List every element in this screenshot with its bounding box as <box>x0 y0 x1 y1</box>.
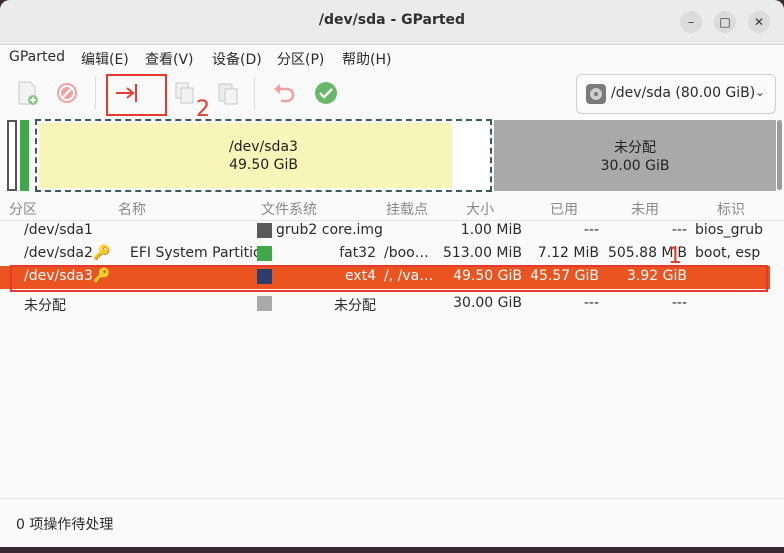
cell-flags: boot, esp <box>695 245 761 261</box>
header-size[interactable]: 大小 <box>466 199 494 219</box>
scrollbar[interactable] <box>777 120 782 190</box>
menu-help[interactable]: 帮助(H) <box>342 49 391 69</box>
cell-size: 30.00 GiB <box>453 295 522 311</box>
annotation-box-2 <box>106 74 167 116</box>
header-used[interactable]: 已用 <box>550 199 578 219</box>
delete-partition-button[interactable] <box>53 79 81 107</box>
cell-flags: bios_grub <box>695 222 764 238</box>
copy-button[interactable] <box>171 79 199 107</box>
minimize-button[interactable]: – <box>680 11 702 33</box>
header-mountpoint[interactable]: 挂载点 <box>386 199 428 219</box>
cell-filesystem: 未分配 <box>334 298 376 314</box>
menu-gparted[interactable]: GParted <box>9 49 65 65</box>
diskmap-unallocated[interactable]: 未分配 30.00 GiB <box>494 120 776 191</box>
gparted-window: /dev/sda - GParted – □ ✕ GParted 编辑(E) 查… <box>0 0 784 547</box>
window-title: /dev/sda - GParted <box>318 12 466 28</box>
disk-icon <box>586 84 606 104</box>
table-row[interactable]: /dev/sda2 🔑 EFI System Partition fat32 /… <box>0 243 770 266</box>
cell-unused: --- <box>671 295 687 311</box>
close-button[interactable]: ✕ <box>748 11 770 33</box>
cell-filesystem: fat32 <box>339 245 376 261</box>
toolbar-separator <box>95 77 96 109</box>
delete-icon <box>57 83 77 103</box>
menu-partition[interactable]: 分区(P) <box>277 49 324 69</box>
maximize-button[interactable]: □ <box>714 11 736 33</box>
header-filesystem[interactable]: 文件系统 <box>261 199 317 219</box>
status-bar: 0 项操作待处理 <box>0 498 784 547</box>
toolbar-separator <box>254 77 255 109</box>
partition-table-header: 分区 名称 文件系统 挂载点 大小 已用 未用 标识 <box>0 196 784 221</box>
menu-device[interactable]: 设备(D) <box>212 49 262 69</box>
undo-icon <box>274 84 295 103</box>
key-icon: 🔑 <box>93 245 111 261</box>
cell-name: EFI System Partition <box>130 245 271 261</box>
cell-size: 1.00 MiB <box>460 222 522 238</box>
device-label: /dev/sda (80.00 GiB) <box>611 85 756 101</box>
copy-icon <box>175 82 194 104</box>
paste-button[interactable] <box>214 79 242 107</box>
paste-icon <box>218 83 238 105</box>
apply-check-icon <box>315 82 337 104</box>
diskmap-sda3[interactable]: /dev/sda3 49.50 GiB <box>35 119 492 192</box>
disk-map: /dev/sda3 49.50 GiB 未分配 30.00 GiB <box>0 117 784 196</box>
table-row[interactable]: 未分配 未分配 30.00 GiB --- --- <box>0 293 770 316</box>
table-row[interactable]: /dev/sda1 grub2 core.img 1.00 MiB --- --… <box>0 220 770 243</box>
annotation-box-1 <box>10 265 768 292</box>
cell-used: --- <box>583 295 599 311</box>
cell-size: 513.00 MiB <box>442 245 522 261</box>
new-partition-button[interactable] <box>13 79 41 107</box>
new-icon <box>18 81 38 105</box>
cell-used: 7.12 MiB <box>537 245 599 261</box>
filesystem-swatch <box>257 223 272 238</box>
pending-operations-status: 0 项操作待处理 <box>16 517 114 533</box>
diskmap-sda1[interactable] <box>7 120 17 191</box>
diskmap-sda3-name: /dev/sda3 <box>229 139 298 155</box>
cell-partition: /dev/sda2 <box>24 245 93 261</box>
title-bar: /dev/sda - GParted – □ ✕ <box>0 0 784 45</box>
header-name[interactable]: 名称 <box>118 199 146 219</box>
menu-view[interactable]: 查看(V) <box>145 49 194 69</box>
filesystem-swatch <box>257 246 272 261</box>
chevron-down-icon: ⌄ <box>754 85 765 99</box>
toolbar: 2 /dev/sda (80.00 GiB) ⌄ <box>0 71 784 122</box>
header-partition[interactable]: 分区 <box>9 199 37 219</box>
annotation-number-1: 1 <box>668 244 682 269</box>
cell-filesystem: grub2 core.img <box>276 222 383 238</box>
menu-edit[interactable]: 编辑(E) <box>81 49 129 69</box>
apply-button[interactable] <box>312 79 340 107</box>
header-unused[interactable]: 未用 <box>631 199 659 219</box>
filesystem-swatch <box>257 296 272 311</box>
diskmap-sda3-size: 49.50 GiB <box>229 157 298 173</box>
cell-partition: /dev/sda1 <box>24 222 93 238</box>
device-selector[interactable]: /dev/sda (80.00 GiB) ⌄ <box>576 74 776 114</box>
cell-mountpoint: /boo… <box>384 245 429 261</box>
header-flags[interactable]: 标识 <box>717 199 745 219</box>
menu-bar: GParted 编辑(E) 查看(V) 设备(D) 分区(P) 帮助(H) <box>0 45 784 71</box>
diskmap-unallocated-size: 30.00 GiB <box>600 158 670 174</box>
diskmap-unallocated-name: 未分配 <box>614 140 656 156</box>
cell-unused: --- <box>671 222 687 238</box>
undo-button[interactable] <box>270 79 298 107</box>
cell-partition: 未分配 <box>24 298 66 314</box>
diskmap-sda2[interactable] <box>20 120 29 191</box>
cell-used: --- <box>583 222 599 238</box>
